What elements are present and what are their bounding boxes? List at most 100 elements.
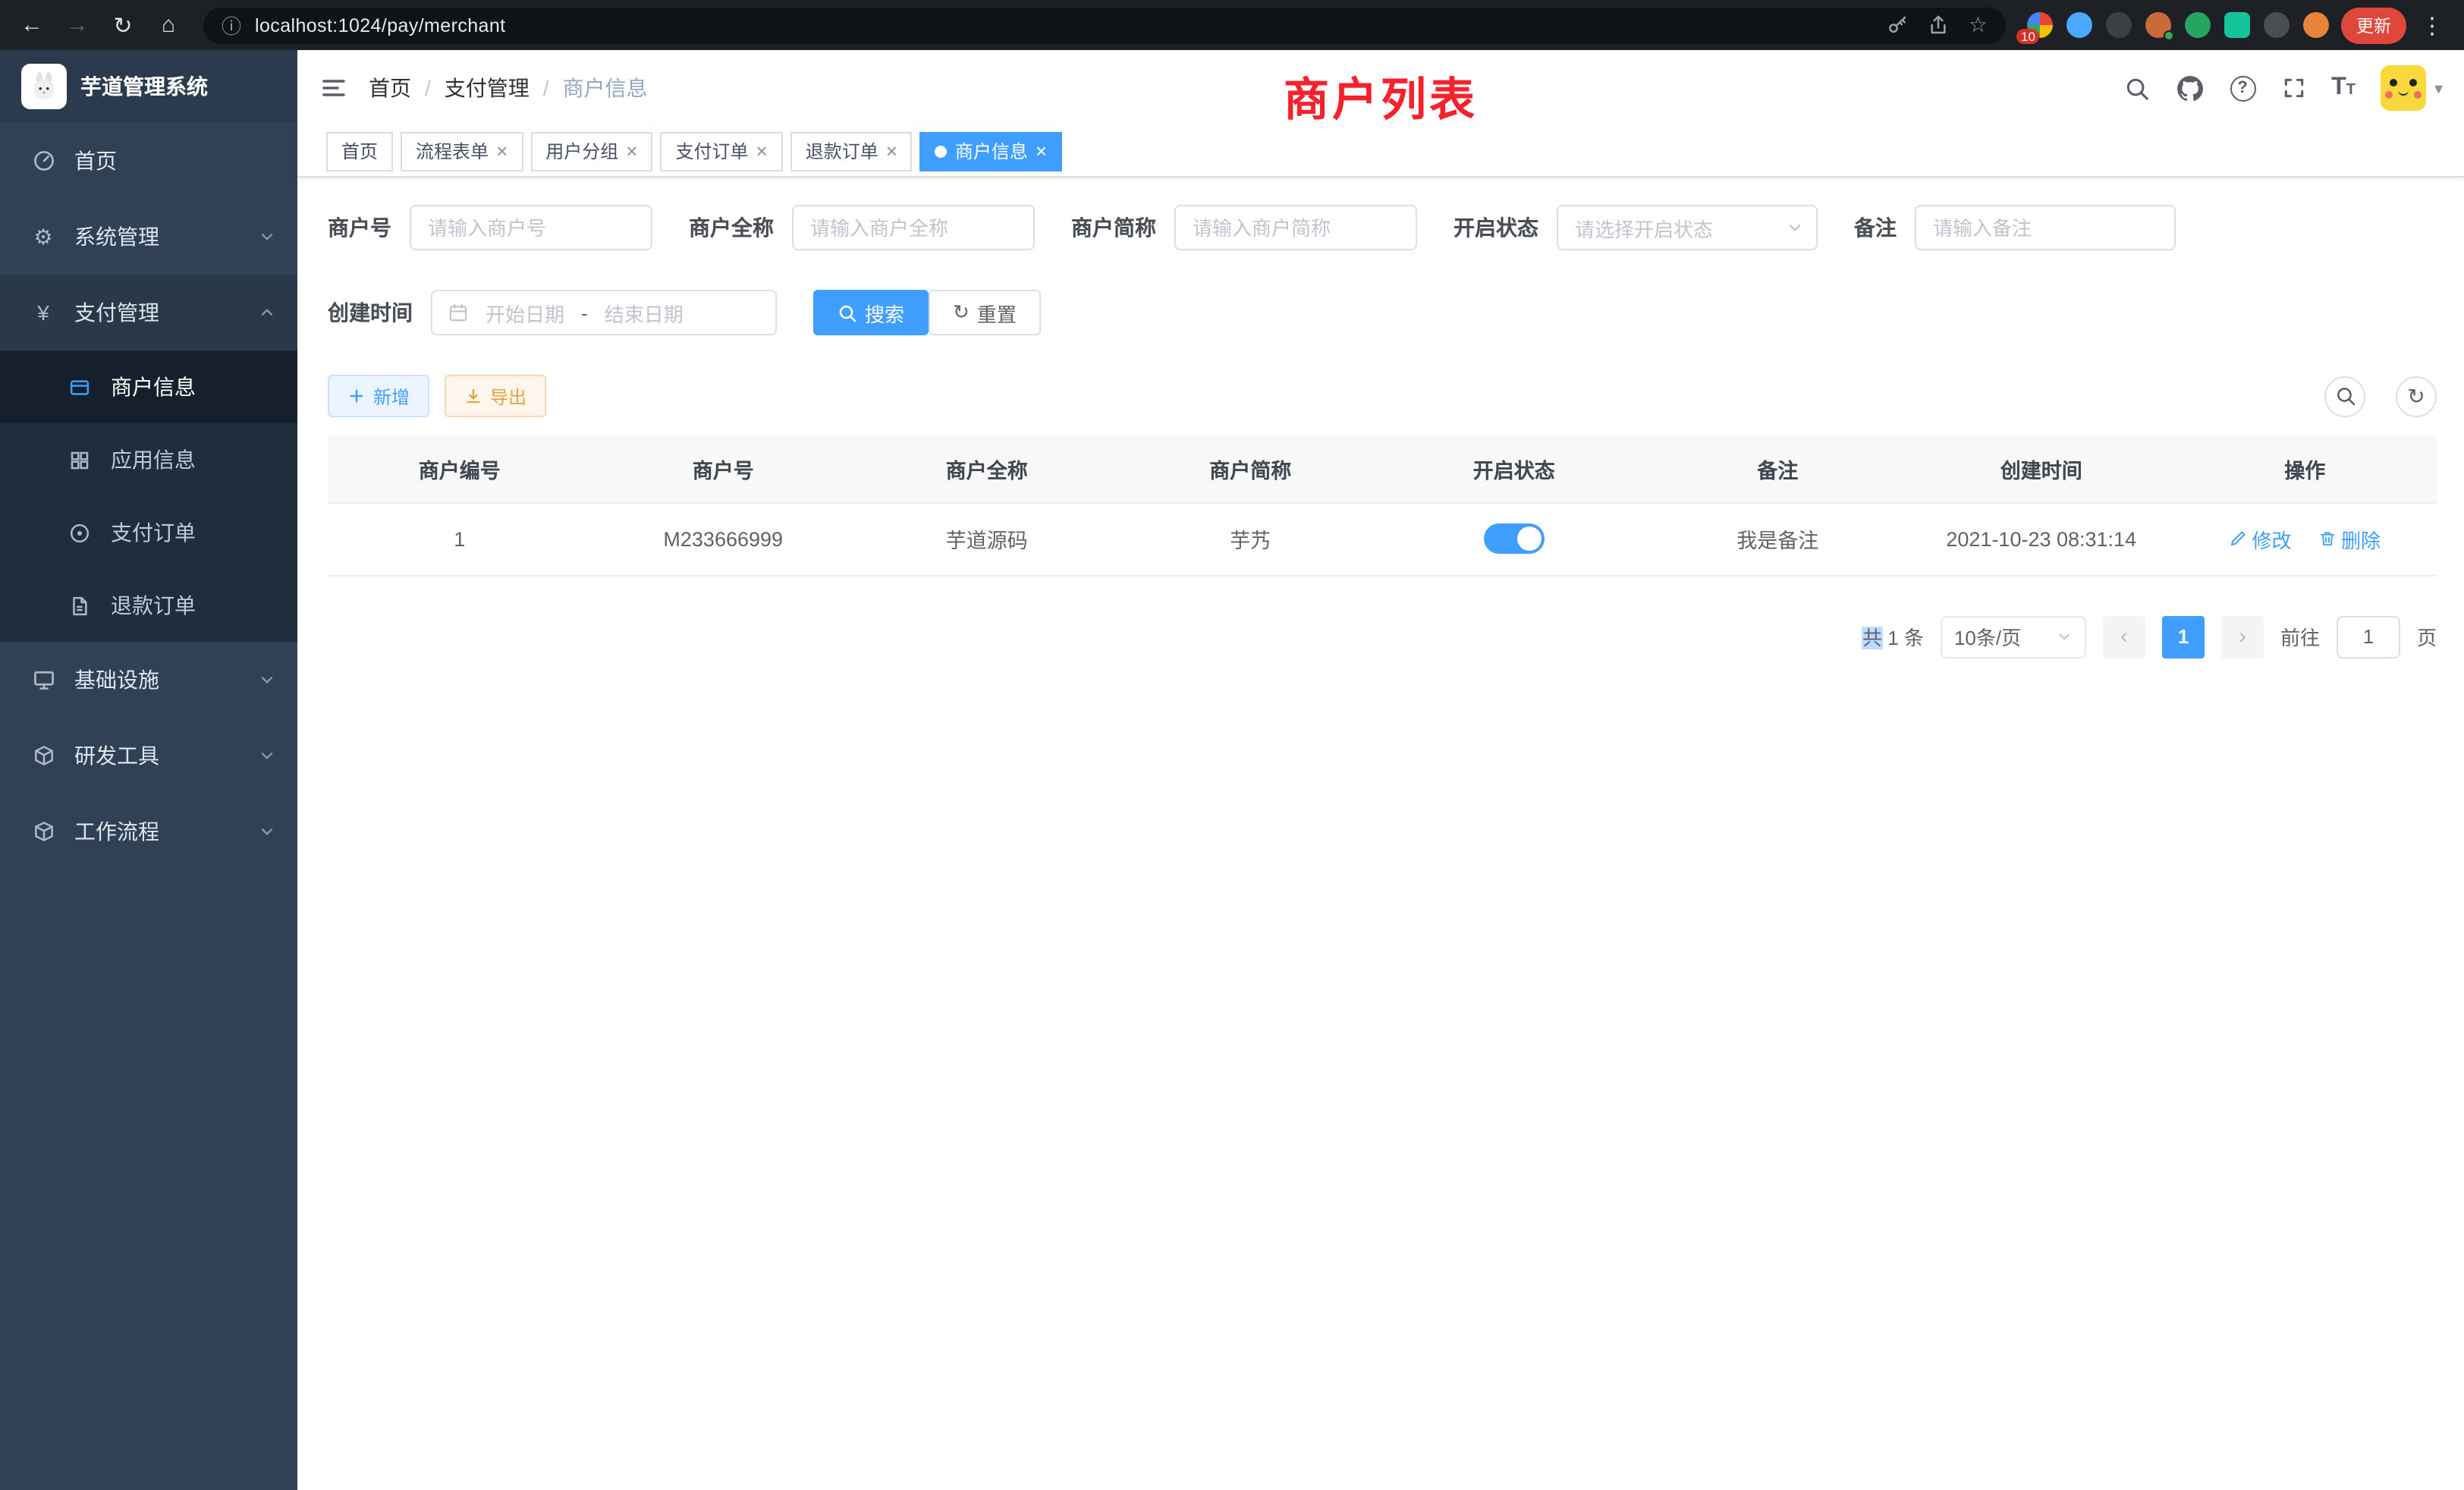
sidebar-item-refund-order[interactable]: 退款订单 bbox=[0, 569, 297, 642]
sidebar-item-dev-tools[interactable]: 研发工具 bbox=[0, 718, 297, 794]
record-circle-icon bbox=[67, 521, 93, 544]
cell-index: 1 bbox=[328, 502, 592, 575]
tab-refund-order[interactable]: 退款订单 × bbox=[790, 131, 913, 171]
merchant-no-label: 商户号 bbox=[328, 212, 391, 243]
tab-merchant-info[interactable]: 商户信息 × bbox=[920, 131, 1062, 171]
remark-input[interactable] bbox=[1915, 205, 2176, 250]
logo-image bbox=[21, 64, 67, 109]
annotation-text: 商户列表 bbox=[1284, 62, 1478, 129]
chevron-down-icon bbox=[258, 671, 276, 689]
github-icon[interactable] bbox=[2175, 74, 2204, 102]
extension-icon-6[interactable] bbox=[2224, 12, 2250, 38]
extension-icon-5[interactable] bbox=[2185, 12, 2211, 38]
user-avatar[interactable]: ▾ bbox=[2381, 65, 2443, 111]
tab-label: 商户信息 bbox=[955, 138, 1028, 164]
breadcrumb-home[interactable]: 首页 bbox=[369, 73, 411, 103]
sidebar-item-infra[interactable]: 基础设施 bbox=[0, 642, 297, 718]
extension-icon-1[interactable]: 10 bbox=[2027, 12, 2053, 38]
extension-icon-4[interactable] bbox=[2145, 12, 2171, 38]
cell-full-name: 芋道源码 bbox=[855, 502, 1119, 575]
close-icon[interactable]: × bbox=[1036, 141, 1047, 161]
page-number-button[interactable]: 1 bbox=[2162, 615, 2205, 658]
reload-icon[interactable]: ↻ bbox=[103, 5, 143, 45]
tab-pay-order[interactable]: 支付订单 × bbox=[660, 131, 782, 171]
breadcrumb-separator: / bbox=[543, 76, 549, 100]
sidebar-item-app-info[interactable]: 应用信息 bbox=[0, 423, 297, 496]
url-bar[interactable]: ⓘ localhost:1024/pay/merchant ☆ bbox=[203, 7, 2006, 43]
reset-button[interactable]: ↻ 重置 bbox=[929, 290, 1041, 335]
breadcrumb-payment[interactable]: 支付管理 bbox=[445, 73, 530, 103]
next-page-button[interactable]: › bbox=[2221, 615, 2264, 658]
active-tab-dot bbox=[935, 145, 948, 157]
export-button[interactable]: 导出 bbox=[445, 375, 546, 417]
status-select[interactable]: 请选择开启状态 bbox=[1557, 205, 1818, 250]
page-size-select[interactable]: 10条/页 bbox=[1941, 615, 2086, 658]
screen: ← → ↻ ⌂ ⓘ localhost:1024/pay/merchant ☆ … bbox=[0, 0, 2464, 1490]
sidebar-item-label: 支付订单 bbox=[111, 517, 196, 548]
close-icon[interactable]: × bbox=[626, 141, 637, 161]
sidebar-item-workflow[interactable]: 工作流程 bbox=[0, 794, 297, 869]
extension-status-dot bbox=[2164, 30, 2174, 41]
merchant-no-input[interactable] bbox=[410, 205, 652, 250]
bookmark-star-icon[interactable]: ☆ bbox=[1969, 12, 1988, 38]
extension-icon-7[interactable] bbox=[2264, 12, 2290, 38]
add-button[interactable]: 新增 bbox=[328, 375, 429, 417]
toggle-search-button[interactable] bbox=[2324, 376, 2365, 417]
delete-link-label: 删除 bbox=[2341, 524, 2381, 553]
sidebar-item-system[interactable]: ⚙ 系统管理 bbox=[0, 199, 297, 275]
home-icon[interactable]: ⌂ bbox=[149, 5, 188, 45]
chevron-down-icon bbox=[2056, 628, 2073, 645]
page-size-value: 10条/页 bbox=[1954, 622, 2021, 651]
col-actions: 操作 bbox=[2173, 435, 2437, 502]
fullscreen-icon[interactable] bbox=[2281, 76, 2305, 100]
delete-link[interactable]: 删除 bbox=[2318, 524, 2381, 553]
goto-page-input[interactable] bbox=[2337, 615, 2400, 658]
close-icon[interactable]: × bbox=[496, 141, 508, 161]
search-icon[interactable] bbox=[2123, 75, 2149, 101]
cell-merchant-no: M233666999 bbox=[592, 502, 856, 575]
extension-icon-8[interactable] bbox=[2303, 12, 2329, 38]
font-size-icon[interactable]: TT bbox=[2331, 76, 2356, 100]
app-logo[interactable]: 芋道管理系统 bbox=[0, 50, 297, 123]
cell-remark: 我是备注 bbox=[1646, 502, 1910, 575]
help-icon[interactable]: ? bbox=[2230, 75, 2255, 101]
chevron-down-icon bbox=[258, 228, 276, 246]
edit-link-label: 修改 bbox=[2252, 524, 2291, 553]
full-name-input[interactable] bbox=[792, 205, 1035, 250]
extension-icon-3[interactable] bbox=[2106, 12, 2132, 38]
sidebar-item-merchant-info[interactable]: 商户信息 bbox=[0, 350, 297, 423]
selected-text: 共 bbox=[1862, 627, 1882, 649]
add-button-label: 新增 bbox=[373, 383, 410, 409]
create-time-range-picker[interactable]: 开始日期 - 结束日期 bbox=[431, 290, 777, 335]
close-icon[interactable]: × bbox=[756, 141, 768, 161]
share-icon[interactable] bbox=[1928, 14, 1950, 36]
edit-link[interactable]: 修改 bbox=[2229, 524, 2291, 553]
sidebar-item-home[interactable]: 首页 bbox=[0, 123, 297, 199]
browser-update-button[interactable]: 更新 bbox=[2341, 7, 2406, 43]
forward-icon[interactable]: → bbox=[58, 5, 97, 45]
tab-home[interactable]: 首页 bbox=[326, 131, 393, 171]
prev-page-button[interactable]: ‹ bbox=[2103, 615, 2145, 658]
status-toggle[interactable] bbox=[1484, 523, 1545, 554]
refresh-table-button[interactable]: ↻ bbox=[2396, 376, 2437, 417]
dashboard-icon bbox=[30, 149, 56, 173]
short-name-input[interactable] bbox=[1174, 205, 1417, 250]
password-key-icon[interactable] bbox=[1887, 14, 1909, 36]
site-info-icon[interactable]: ⓘ bbox=[222, 11, 241, 39]
hamburger-icon[interactable] bbox=[297, 74, 369, 102]
back-icon[interactable]: ← bbox=[12, 5, 52, 45]
search-button[interactable]: 搜索 bbox=[813, 290, 929, 335]
url-text: localhost:1024/pay/merchant bbox=[255, 14, 505, 36]
chevron-up-icon bbox=[258, 303, 276, 322]
sidebar-submenu-payment: 商户信息 应用信息 支付订单 bbox=[0, 350, 297, 642]
sidebar-item-pay-order[interactable]: 支付订单 bbox=[0, 496, 297, 569]
close-icon[interactable]: × bbox=[886, 141, 897, 161]
table-header-row: 商户编号 商户号 商户全称 商户简称 开启状态 备注 创建时间 操作 bbox=[328, 435, 2437, 502]
browser-menu-icon[interactable]: ⋮ bbox=[2412, 5, 2452, 45]
extension-icon-2[interactable] bbox=[2066, 12, 2092, 38]
sidebar-item-payment[interactable]: ¥ 支付管理 bbox=[0, 275, 297, 350]
cell-actions: 修改 删除 bbox=[2173, 502, 2437, 575]
tab-user-group[interactable]: 用户分组 × bbox=[530, 131, 652, 171]
tab-process-form[interactable]: 流程表单 × bbox=[401, 131, 523, 171]
col-merchant-no: 商户号 bbox=[592, 435, 856, 502]
